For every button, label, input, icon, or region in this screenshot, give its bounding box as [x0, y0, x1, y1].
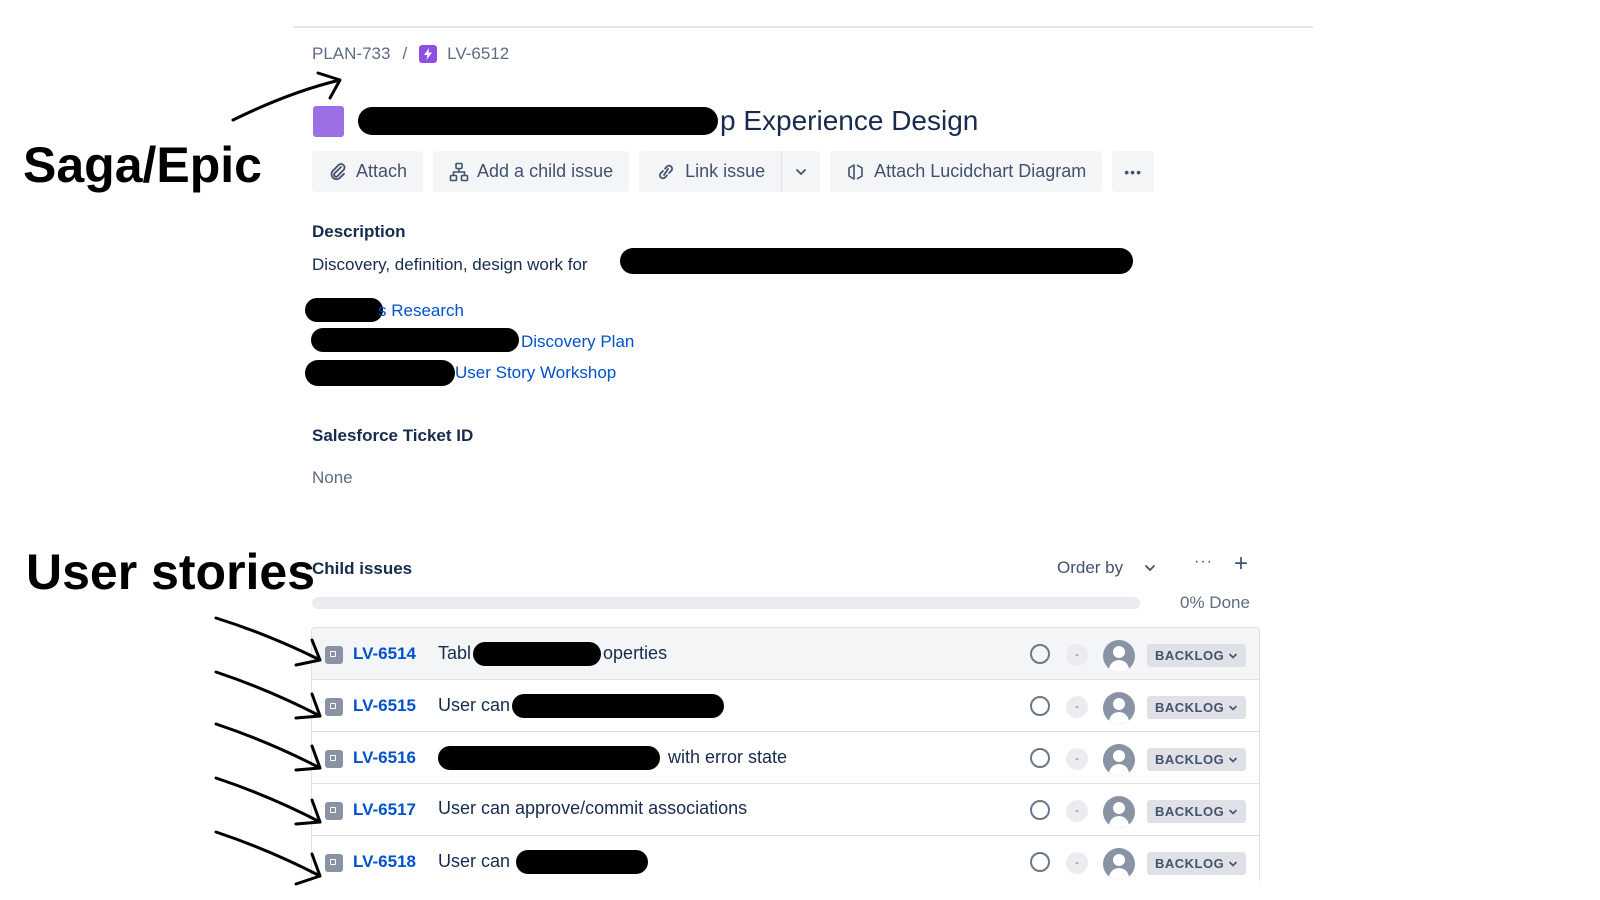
- arrow-to-row-4: [214, 776, 322, 826]
- annotation-arrows: [214, 71, 342, 886]
- arrow-to-row-5: [214, 830, 322, 886]
- arrow-to-row-2: [214, 670, 322, 720]
- arrow-to-row-3: [214, 722, 322, 772]
- arrow-to-breadcrumb: [231, 71, 342, 122]
- arrow-to-row-1: [214, 616, 322, 667]
